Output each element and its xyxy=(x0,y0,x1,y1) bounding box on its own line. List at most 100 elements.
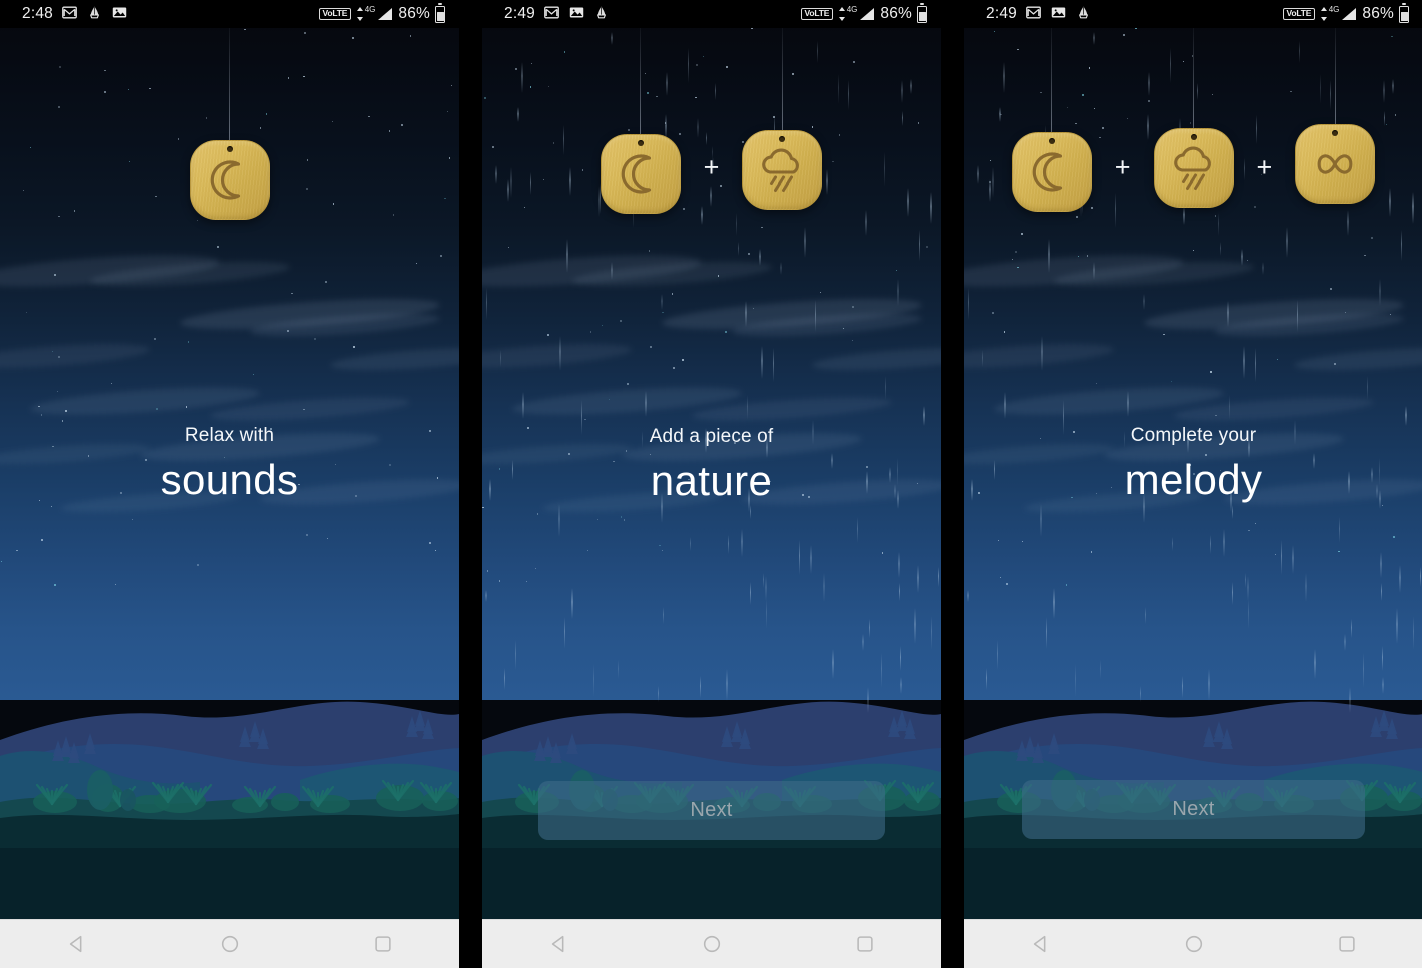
home-icon[interactable] xyxy=(1159,920,1229,968)
rain-drop xyxy=(746,394,749,420)
tile-face[interactable] xyxy=(600,134,681,214)
rain-drop xyxy=(741,528,743,557)
rain-drop xyxy=(745,300,747,328)
rain-drop xyxy=(1286,226,1289,258)
home-icon xyxy=(1185,935,1202,953)
battery-icon xyxy=(917,3,927,23)
network-type-label: 4G xyxy=(846,5,858,14)
rain-drop xyxy=(1053,588,1055,619)
recents-icon xyxy=(856,936,873,952)
rain-drop xyxy=(1314,649,1316,680)
screen-1: 2:48 VoLTE 4G 86% Relax with sounds xyxy=(0,0,459,968)
rain-cloud-icon xyxy=(1173,146,1211,190)
rain-drop xyxy=(661,293,663,310)
rain-drop xyxy=(762,573,765,588)
rain-drop xyxy=(645,391,647,418)
rain-drop xyxy=(810,545,813,575)
back-icon xyxy=(1033,935,1045,953)
tile-face[interactable] xyxy=(1153,128,1234,208)
rain-drop xyxy=(1093,262,1095,281)
rain-drop xyxy=(749,582,752,606)
rain-drop xyxy=(571,588,573,619)
signal-icon: 4G xyxy=(838,5,876,22)
rain-drop xyxy=(981,350,984,367)
rain-drop xyxy=(1228,394,1231,420)
rain-drop xyxy=(914,608,916,644)
home-icon[interactable] xyxy=(195,920,265,968)
rain-drop xyxy=(1099,659,1102,679)
android-nav-bar xyxy=(0,919,459,968)
caption-block: Complete your melody xyxy=(964,425,1422,504)
rain-drop xyxy=(867,687,869,713)
back-icon[interactable] xyxy=(1006,920,1076,968)
rain-drop xyxy=(1231,582,1234,606)
rain-drop xyxy=(1074,664,1077,697)
sound-tile-moon[interactable] xyxy=(1011,28,1092,212)
rain-drop xyxy=(1207,668,1210,702)
battery-icon xyxy=(435,3,445,23)
rain-drop xyxy=(1254,347,1257,383)
sound-tile-rain-cloud[interactable] xyxy=(742,28,823,210)
rain-drop xyxy=(749,505,752,519)
tile-face[interactable] xyxy=(189,140,270,220)
rain-drop xyxy=(917,565,919,594)
caption-subtitle: Add a piece of xyxy=(649,426,774,447)
tile-hole xyxy=(226,146,233,152)
sound-tile-moon[interactable] xyxy=(600,28,681,214)
rain-drop xyxy=(967,589,969,603)
network-type-label: 4G xyxy=(364,5,376,14)
tile-face[interactable] xyxy=(742,130,823,210)
back-icon xyxy=(551,935,563,953)
tile-hole xyxy=(1048,138,1055,144)
rain-drop xyxy=(662,606,665,624)
status-bar-right: VoLTE 4G 86% xyxy=(1283,3,1422,23)
rain-drop xyxy=(1280,540,1283,575)
next-button[interactable]: Next xyxy=(1022,780,1365,839)
rain-drop xyxy=(592,664,595,697)
caption-block: Relax with sounds xyxy=(0,425,459,504)
rain-drop xyxy=(485,288,488,320)
rain-drop xyxy=(1396,608,1398,644)
rain-drop xyxy=(699,675,702,698)
rain-drop xyxy=(1419,567,1422,588)
sound-tile-infinity[interactable] xyxy=(1295,28,1376,204)
back-icon[interactable] xyxy=(42,920,112,968)
tile-face[interactable] xyxy=(1011,132,1092,212)
battery-percent-label: 86% xyxy=(880,5,912,22)
tile-hole xyxy=(779,136,786,142)
tile-row: + + xyxy=(964,28,1422,228)
tile-hole xyxy=(637,140,644,146)
tile-hole xyxy=(1190,134,1197,140)
sound-tile-moon[interactable] xyxy=(189,28,270,220)
tile-string xyxy=(228,28,231,140)
rain-drop xyxy=(798,540,801,575)
battery-icon xyxy=(1399,3,1409,23)
rain-drop xyxy=(780,262,782,275)
next-button[interactable]: Next xyxy=(538,781,885,840)
recents-icon[interactable] xyxy=(348,920,418,968)
recents-icon xyxy=(1338,936,1355,952)
badminton-icon xyxy=(1075,4,1092,25)
recents-icon[interactable] xyxy=(830,920,900,968)
caption-title: sounds xyxy=(160,456,299,503)
tile-face[interactable] xyxy=(1295,124,1376,204)
caption-subtitle: Complete your xyxy=(1130,425,1257,446)
recents-icon xyxy=(374,936,391,952)
badminton-icon xyxy=(593,4,610,25)
rain-drop xyxy=(1231,505,1234,519)
back-icon[interactable] xyxy=(524,920,594,968)
badminton-icon xyxy=(1079,5,1088,18)
recents-icon[interactable] xyxy=(1312,920,1382,968)
image-icon xyxy=(569,7,584,17)
signal-strength-icon: 4G xyxy=(838,5,876,22)
sound-tile-rain-cloud[interactable] xyxy=(1153,28,1234,208)
rain-drop xyxy=(862,633,864,651)
rain-drop xyxy=(558,503,561,537)
status-bar-left: 2:49 xyxy=(482,4,610,25)
home-icon[interactable] xyxy=(677,920,747,968)
status-bar-right: VoLTE 4G 86% xyxy=(801,3,941,23)
gmail-icon xyxy=(544,6,559,18)
image-icon xyxy=(112,7,127,17)
tile-string xyxy=(1334,28,1336,124)
rain-drop xyxy=(937,567,940,588)
